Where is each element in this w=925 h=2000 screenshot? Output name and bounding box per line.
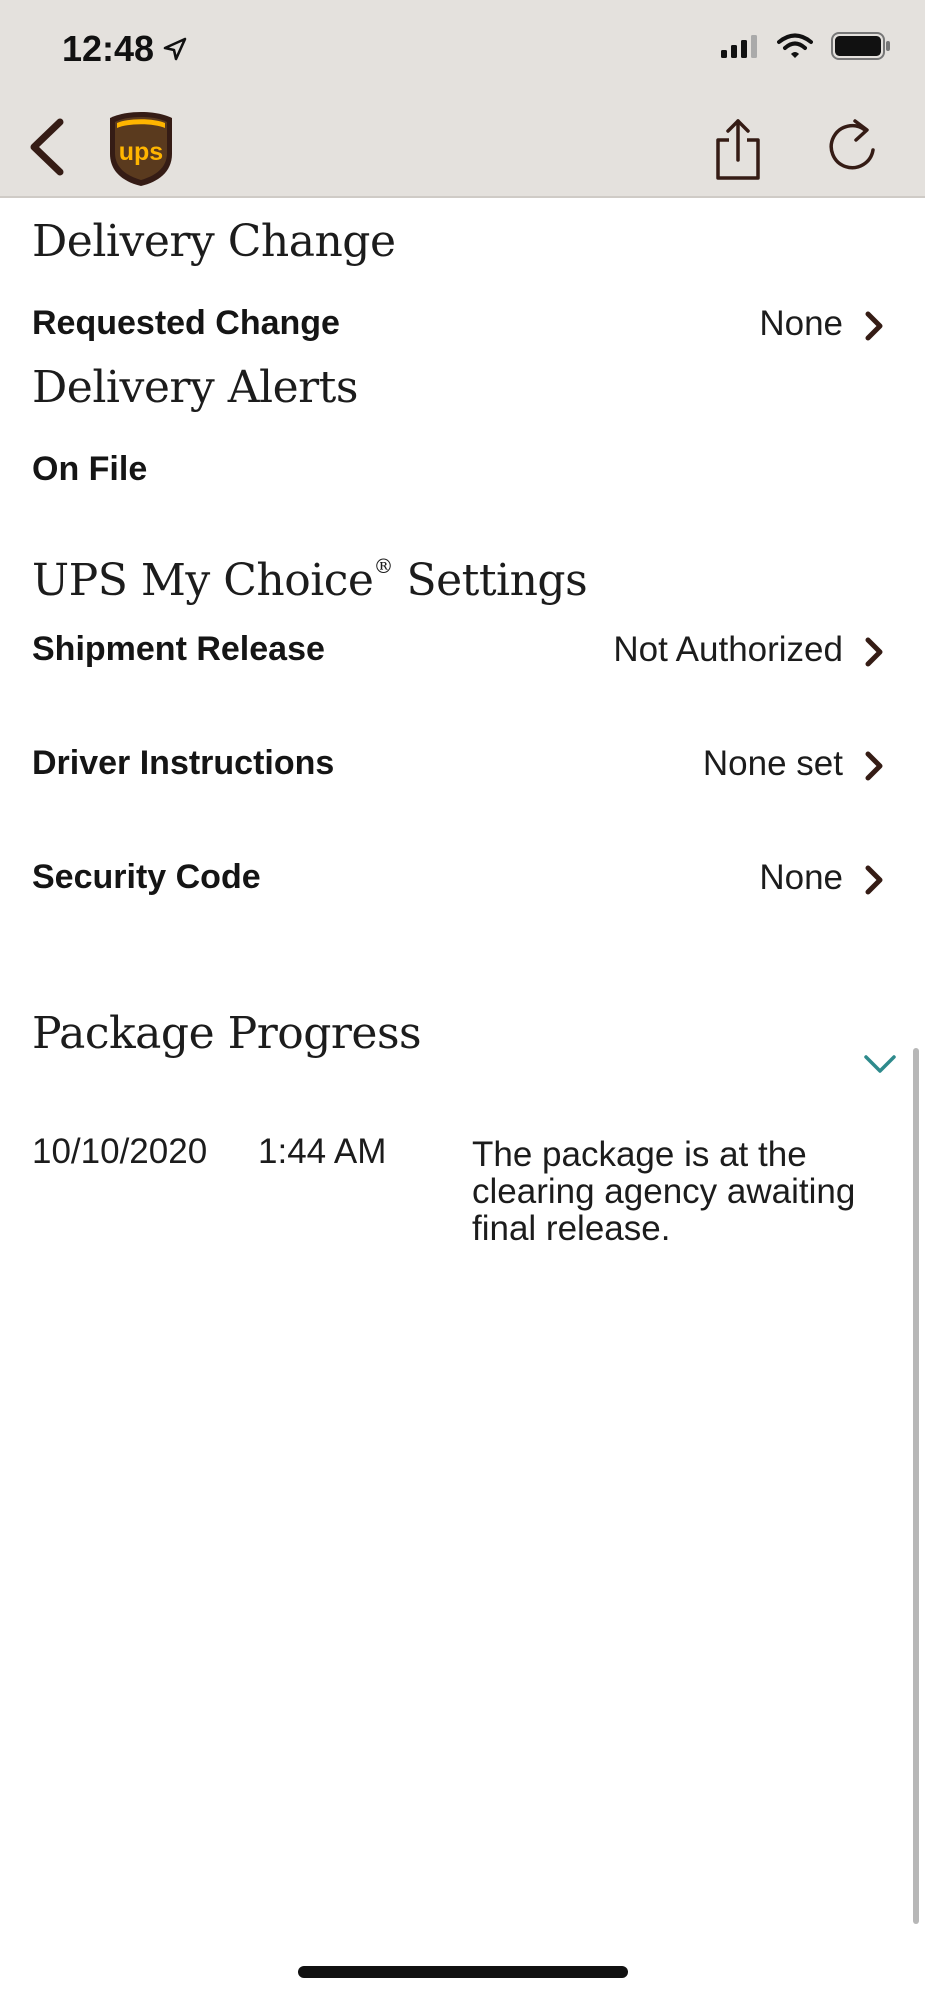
event-time: 1:44 AM: [258, 1132, 387, 1171]
delivery-change-title: Delivery Change: [32, 216, 396, 267]
driver-instructions-value: None set: [702, 744, 843, 783]
chevron-down-icon[interactable]: [862, 1052, 898, 1076]
event-date: 10/10/2020: [32, 1132, 208, 1171]
on-file-label: On File: [32, 450, 148, 488]
security-code-value: None: [759, 858, 843, 897]
registered-mark: ®: [373, 554, 393, 578]
status-bar-time: 12:48: [62, 28, 188, 70]
my-choice-title-main: UPS My Choice: [32, 555, 374, 606]
requested-change-value: None: [759, 304, 843, 343]
security-code-label: Security Code: [32, 858, 261, 896]
cellular-signal-icon: [721, 35, 757, 58]
chevron-left-icon[interactable]: [22, 112, 72, 182]
my-choice-title-tail: Settings: [392, 555, 588, 606]
my-choice-settings-title: UPS My Choice® Settings: [32, 554, 588, 606]
app-header: 12:48 ups: [0, 0, 925, 198]
refresh-icon[interactable]: [826, 118, 884, 178]
location-arrow-icon: [163, 37, 187, 61]
shipment-release-label: Shipment Release: [32, 630, 325, 668]
chevron-right-icon[interactable]: [861, 310, 887, 342]
chevron-right-icon[interactable]: [861, 864, 887, 896]
package-progress-title: Package Progress: [32, 1008, 422, 1059]
ups-logo: ups: [110, 112, 172, 186]
chevron-right-icon[interactable]: [861, 636, 887, 668]
event-description: The package is at the clearing agency aw…: [472, 1135, 856, 1248]
chevron-right-icon[interactable]: [861, 750, 887, 782]
clock-text: 12:48: [62, 28, 155, 69]
shipment-release-value: Not Authorized: [613, 630, 843, 669]
battery-icon: [831, 32, 890, 60]
home-indicator[interactable]: [298, 1966, 628, 1978]
scrollbar[interactable]: [913, 1048, 919, 1924]
wifi-icon: [777, 33, 813, 58]
delivery-alerts-title: Delivery Alerts: [32, 362, 358, 413]
driver-instructions-label: Driver Instructions: [32, 744, 335, 782]
status-icons: [721, 32, 891, 60]
share-icon[interactable]: [712, 116, 764, 182]
requested-change-label: Requested Change: [32, 304, 340, 342]
ups-logo-text: ups: [119, 138, 163, 166]
